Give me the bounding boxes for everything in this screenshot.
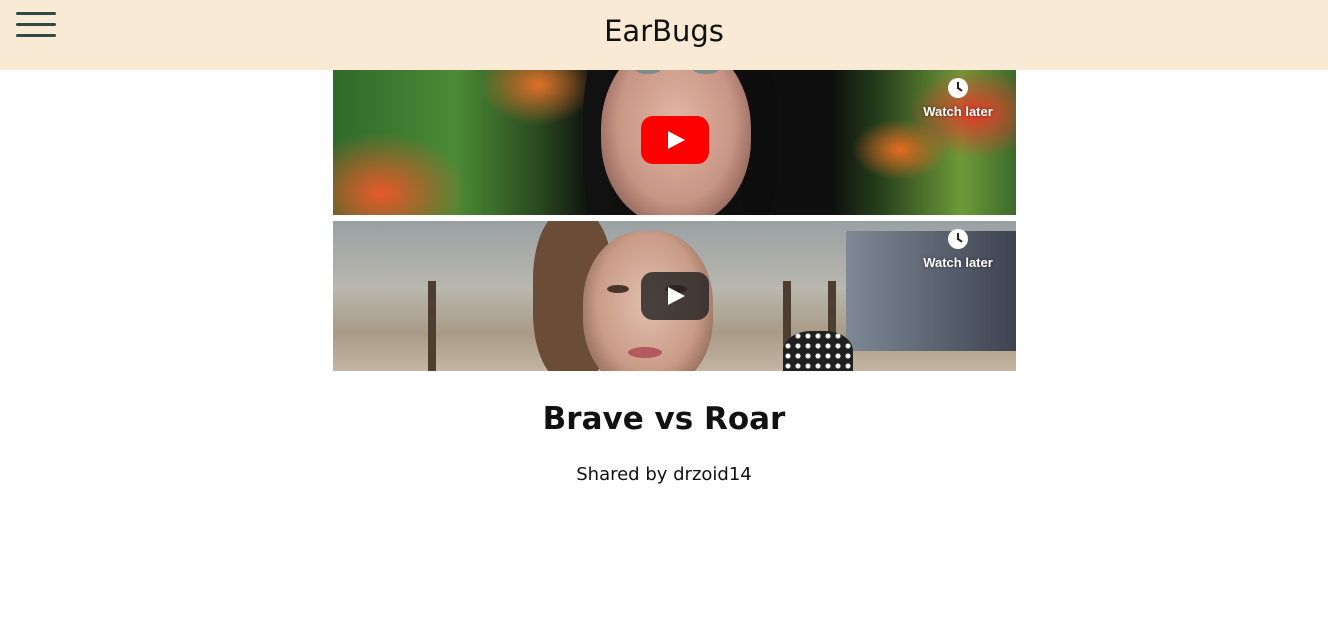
play-button[interactable] [641, 116, 709, 164]
play-button[interactable] [641, 272, 709, 320]
thumbnail-detail [783, 331, 853, 371]
video-embed-2[interactable]: Watch later [333, 221, 1016, 371]
clock-icon [948, 229, 968, 249]
brand-title[interactable]: EarBugs [0, 14, 1328, 48]
clock-icon [948, 78, 968, 98]
watch-later-button[interactable]: Watch later [913, 78, 1003, 119]
watch-later-button[interactable]: Watch later [913, 229, 1003, 270]
top-header: EarBugs [0, 0, 1328, 70]
watch-later-label: Watch later [923, 255, 993, 270]
shared-by-text: Shared by drzoid14 [576, 464, 752, 485]
video-embed-1[interactable]: Watch later [333, 70, 1016, 215]
watch-later-label: Watch later [923, 104, 993, 119]
thumbnail-detail [428, 281, 436, 371]
post-title: Brave vs Roar [542, 401, 786, 437]
